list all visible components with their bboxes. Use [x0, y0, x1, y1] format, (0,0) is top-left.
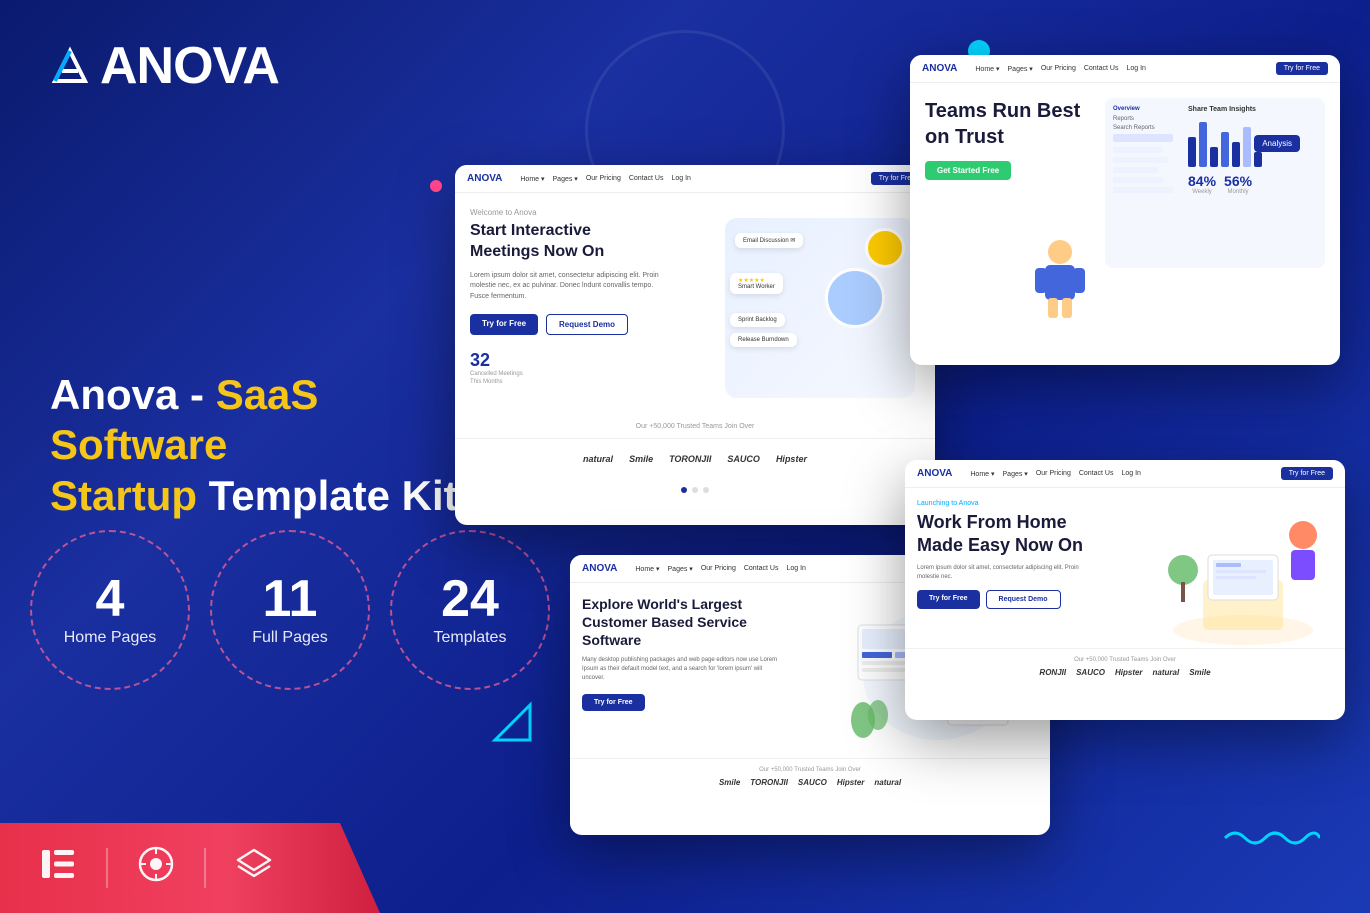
card1-badge: Welcome to Anova	[470, 208, 700, 217]
card1-demo-btn: Request Demo	[546, 314, 628, 335]
card2-dashboard: Overview Reports Search Reports Share Te…	[1105, 98, 1325, 268]
card2-navbar: ANOVA Home ▾ Pages ▾ Our Pricing Contact…	[910, 55, 1340, 83]
separator-1	[106, 848, 108, 888]
card2-dash-sidebar: Overview Reports Search Reports	[1113, 106, 1183, 260]
card4-hero-left: Explore World's Largest Customer Based S…	[582, 595, 830, 746]
card1-dots	[455, 479, 935, 501]
card3-nav-links: Home ▾ Pages ▾ Our Pricing Contact Us Lo…	[970, 470, 1141, 478]
card2-dash-main: Share Team Insights Analysis 84%	[1188, 106, 1317, 260]
card4-try-btn: Try for Free	[582, 694, 645, 711]
logo-area: ANOVA	[50, 40, 279, 92]
wavy-decoration	[1220, 823, 1320, 858]
brand-name: ANOVA	[100, 40, 279, 92]
bottom-bar	[0, 823, 380, 913]
card3-demo-btn: Request Demo	[986, 590, 1061, 609]
card1-headline: Start InteractiveMeetings Now On	[470, 221, 670, 263]
card2-cta-btn: Get Started Free	[925, 161, 1011, 180]
layers-icon	[236, 846, 272, 890]
dot-pink	[430, 180, 442, 192]
card2-badge: Analysis	[1254, 135, 1300, 152]
card4-headline: Explore World's Largest Customer Based S…	[582, 595, 782, 650]
card3-sub: Lorem ipsum dolor sit amet, consectetur …	[917, 564, 1097, 582]
stats-row: 4 Home Pages 11 Full Pages 24 Templates	[30, 530, 550, 690]
card3-brand-section: Our +50,000 Trusted Teams Join Over RONJ…	[905, 648, 1345, 685]
card2-nav-links: Home ▾ Pages ▾ Our Pricing Contact Us Lo…	[975, 65, 1146, 73]
elementor-icon	[40, 846, 76, 890]
card1-mini-stats: 32 Cancelled MeetingsThis Months	[470, 350, 700, 387]
stat-templates: 24 Templates	[390, 530, 550, 690]
card3-buttons: Try for Free Request Demo	[917, 590, 1145, 609]
card3-illustration	[1153, 500, 1333, 636]
logo-icon	[50, 46, 90, 86]
card1-hero-left: Welcome to Anova Start InteractiveMeetin…	[470, 208, 700, 408]
stat-full-pages: 11 Full Pages	[210, 530, 370, 690]
card-top-right: ANOVA Home ▾ Pages ▾ Our Pricing Contact…	[910, 55, 1340, 365]
card3-headline: Work From Home Made Easy Now On	[917, 511, 1097, 558]
card4-sub: Many desktop publishing packages and web…	[582, 656, 782, 683]
card1-brand-section: Our +50,000 Trusted Teams Join Over natu…	[455, 423, 935, 479]
card3-hero: Launching to Anova Work From Home Made E…	[905, 488, 1345, 648]
card1-navbar: ANOVA Home ▾ Pages ▾ Our Pricing Contact…	[455, 165, 935, 193]
card4-brand-section: Our +50,000 Trusted Teams Join Over Smil…	[570, 758, 1050, 795]
card2-logo: ANOVA	[922, 63, 957, 74]
card1-subtext: Lorem ipsum dolor sit amet, consectetur …	[470, 271, 660, 303]
card1-brand-tagline: Our +50,000 Trusted Teams Join Over	[455, 423, 935, 430]
card1-try-btn: Try for Free	[470, 314, 538, 335]
main-heading: Anova - SaaS Software Startup Template K…	[50, 370, 470, 521]
card3-try-btn: Try for Free	[917, 590, 980, 609]
card1-nav-links: Home ▾ Pages ▾ Our Pricing Contact Us Lo…	[520, 175, 691, 183]
card3-navbar: ANOVA Home ▾ Pages ▾ Our Pricing Contact…	[905, 460, 1345, 488]
card-center: ANOVA Home ▾ Pages ▾ Our Pricing Contact…	[455, 165, 935, 525]
card4-logo: ANOVA	[582, 563, 617, 574]
card4-nav-links: Home ▾ Pages ▾ Our Pricing Contact Us Lo…	[635, 565, 806, 573]
separator-2	[204, 848, 206, 888]
wordpress-icon	[138, 846, 174, 890]
card1-logo: ANOVA	[467, 173, 502, 184]
card3-badge: Launching to Anova	[917, 500, 1145, 507]
card-bottom-right: ANOVA Home ▾ Pages ▾ Our Pricing Contact…	[905, 460, 1345, 720]
card3-hero-left: Launching to Anova Work From Home Made E…	[917, 500, 1145, 636]
card1-hero: Welcome to Anova Start InteractiveMeetin…	[455, 193, 935, 423]
card2-nav-btn: Try for Free	[1276, 62, 1328, 75]
card3-logo: ANOVA	[917, 468, 952, 479]
triangle-decoration	[490, 700, 535, 750]
stat-home-pages: 4 Home Pages	[30, 530, 190, 690]
card4-buttons: Try for Free	[582, 691, 830, 709]
card2-headline: Teams Run Best on Trust	[925, 98, 1095, 150]
card1-brands: natural Smile TORONJII SAUCO Hipster	[455, 438, 935, 479]
card2-hero: Teams Run Best on Trust Get Started Free…	[910, 83, 1340, 283]
card1-buttons: Try for Free Request Demo	[470, 314, 700, 335]
card1-illustration: Email Discussion ✉ ★★★★★ Smart Worker Sp…	[700, 208, 920, 408]
card2-person	[1030, 240, 1090, 325]
card2-percentages: 84% Weekly 56% Monthly	[1188, 173, 1317, 195]
card3-nav-btn: Try for Free	[1281, 467, 1333, 480]
headline: Anova - SaaS Software Startup Template K…	[50, 370, 470, 521]
card1-stat: 32 Cancelled MeetingsThis Months	[470, 350, 523, 387]
